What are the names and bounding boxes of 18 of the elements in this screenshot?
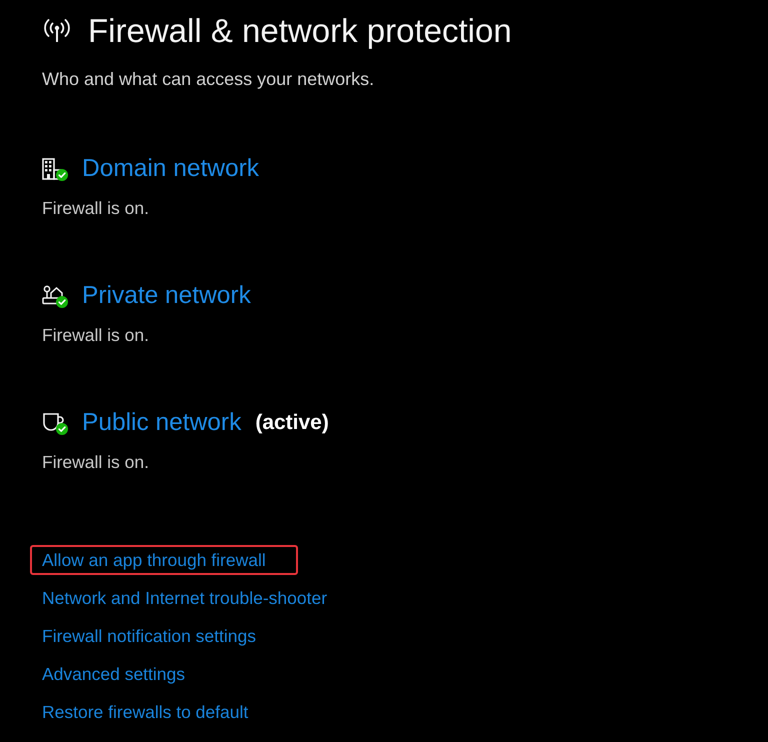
page-title: Firewall & network protection <box>88 13 512 49</box>
firewall-status: Firewall is on. <box>42 324 149 346</box>
settings-link[interactable]: Allow an app through firewall <box>30 545 298 575</box>
router-house-icon <box>42 285 64 305</box>
network-link[interactable]: Public network <box>82 408 242 438</box>
network-link[interactable]: Private network <box>82 281 251 311</box>
settings-link[interactable]: Restore firewalls to default <box>42 701 248 723</box>
firewall-status: Firewall is on. <box>42 197 149 219</box>
antenna-signal-icon <box>42 19 72 43</box>
cup-icon <box>42 412 64 432</box>
settings-link[interactable]: Network and Internet trouble-shooter <box>42 587 328 609</box>
page-subtitle: Who and what can access your networks. <box>42 68 374 90</box>
firewall-status: Firewall is on. <box>42 451 149 473</box>
settings-link[interactable]: Firewall notification settings <box>42 625 256 647</box>
active-label: (active) <box>255 410 329 436</box>
network-link[interactable]: Domain network <box>82 154 260 184</box>
settings-link[interactable]: Advanced settings <box>42 663 186 685</box>
building-icon <box>42 158 62 180</box>
